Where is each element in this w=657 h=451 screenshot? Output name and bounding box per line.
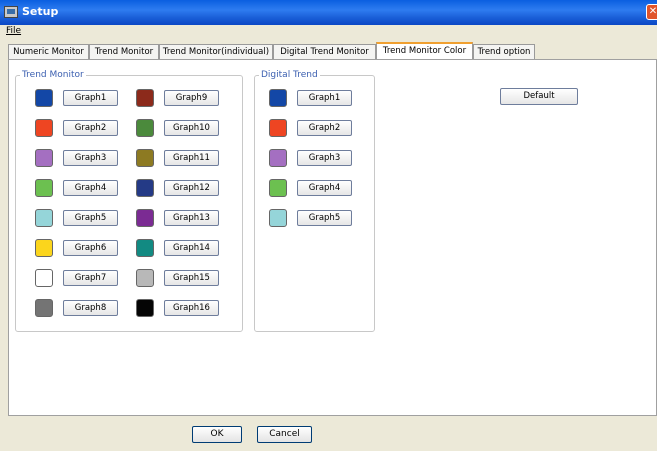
tm-graph4-button[interactable]: Graph4 xyxy=(63,180,118,196)
app-icon xyxy=(4,6,18,18)
dt-graph4-button[interactable]: Graph4 xyxy=(297,180,352,196)
menu-bar: File xyxy=(0,25,657,39)
dt-swatch-1[interactable] xyxy=(269,89,287,107)
tm-graph3-button[interactable]: Graph3 xyxy=(63,150,118,166)
tab-trend-option[interactable]: Trend option xyxy=(473,44,535,59)
tm-swatch-8[interactable] xyxy=(35,299,53,317)
cancel-button[interactable]: Cancel xyxy=(257,426,312,443)
tm-graph5-button[interactable]: Graph5 xyxy=(63,210,118,226)
tm-swatch-16[interactable] xyxy=(136,299,154,317)
close-icon[interactable]: ✕ xyxy=(646,4,657,20)
trend-monitor-group: Trend Monitor Graph1 Graph2 Graph3 Graph4 Gr… xyxy=(15,70,243,332)
digital-trend-group-label: Digital Trend xyxy=(259,70,320,80)
dt-swatch-2[interactable] xyxy=(269,119,287,137)
dt-graph3-button[interactable]: Graph3 xyxy=(297,150,352,166)
tab-numeric-monitor[interactable]: Numeric Monitor xyxy=(8,44,89,59)
digital-trend-group: Digital Trend Graph1 Graph2 Graph3 Graph4 Gr… xyxy=(254,70,375,332)
tm-swatch-2[interactable] xyxy=(35,119,53,137)
tm-swatch-13[interactable] xyxy=(136,209,154,227)
tm-swatch-14[interactable] xyxy=(136,239,154,257)
tm-swatch-7[interactable] xyxy=(35,269,53,287)
tab-trend-monitor-individual[interactable]: Trend Monitor(individual) xyxy=(159,44,273,59)
tm-graph12-button[interactable]: Graph12 xyxy=(164,180,219,196)
tm-graph7-button[interactable]: Graph7 xyxy=(63,270,118,286)
tm-graph14-button[interactable]: Graph14 xyxy=(164,240,219,256)
dt-graph1-button[interactable]: Graph1 xyxy=(297,90,352,106)
tm-graph9-button[interactable]: Graph9 xyxy=(164,90,219,106)
tm-graph11-button[interactable]: Graph11 xyxy=(164,150,219,166)
tab-panel: Trend Monitor Graph1 Graph2 Graph3 Graph4 Gr… xyxy=(8,59,657,416)
tm-swatch-5[interactable] xyxy=(35,209,53,227)
window-title: Setup xyxy=(22,5,59,18)
tm-graph6-button[interactable]: Graph6 xyxy=(63,240,118,256)
dialog-footer: OK Cancel xyxy=(8,416,657,451)
tm-swatch-12[interactable] xyxy=(136,179,154,197)
tm-graph8-button[interactable]: Graph8 xyxy=(63,300,118,316)
dt-graph5-button[interactable]: Graph5 xyxy=(297,210,352,226)
title-bar[interactable]: Setup ✕ xyxy=(0,0,657,25)
menu-file[interactable]: File xyxy=(6,26,21,36)
tm-swatch-11[interactable] xyxy=(136,149,154,167)
dt-swatch-5[interactable] xyxy=(269,209,287,227)
dt-swatch-4[interactable] xyxy=(269,179,287,197)
tm-graph15-button[interactable]: Graph15 xyxy=(164,270,219,286)
tm-swatch-10[interactable] xyxy=(136,119,154,137)
dt-swatch-3[interactable] xyxy=(269,149,287,167)
tab-trend-monitor-color[interactable]: Trend Monitor Color xyxy=(376,42,473,60)
dt-graph2-button[interactable]: Graph2 xyxy=(297,120,352,136)
tab-trend-monitor[interactable]: Trend Monitor xyxy=(89,44,159,59)
tm-graph16-button[interactable]: Graph16 xyxy=(164,300,219,316)
ok-button[interactable]: OK xyxy=(192,426,242,443)
tm-swatch-6[interactable] xyxy=(35,239,53,257)
tm-graph13-button[interactable]: Graph13 xyxy=(164,210,219,226)
tm-graph2-button[interactable]: Graph2 xyxy=(63,120,118,136)
tm-swatch-3[interactable] xyxy=(35,149,53,167)
setup-window: Setup ✕ File Numeric Monitor Trend Monit… xyxy=(0,0,657,451)
default-button[interactable]: Default xyxy=(500,88,578,105)
trend-monitor-group-label: Trend Monitor xyxy=(20,70,86,80)
tm-graph10-button[interactable]: Graph10 xyxy=(164,120,219,136)
tm-swatch-9[interactable] xyxy=(136,89,154,107)
tm-graph1-button[interactable]: Graph1 xyxy=(63,90,118,106)
tm-swatch-15[interactable] xyxy=(136,269,154,287)
tm-swatch-4[interactable] xyxy=(35,179,53,197)
tab-digital-trend-monitor[interactable]: Digital Trend Monitor xyxy=(273,44,376,59)
tm-swatch-1[interactable] xyxy=(35,89,53,107)
